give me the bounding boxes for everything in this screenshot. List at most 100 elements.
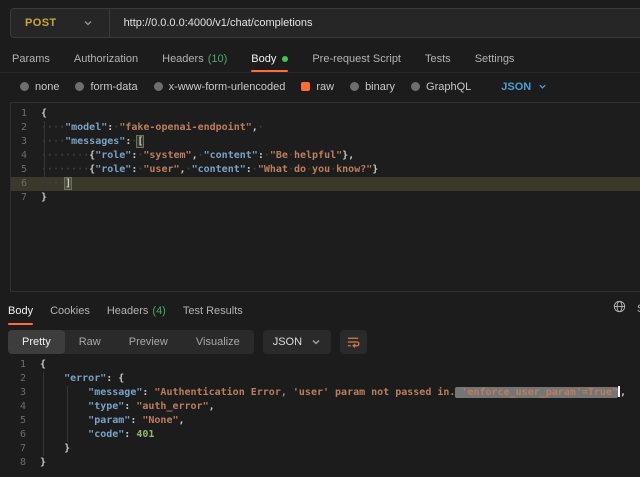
url-bar: POST http://0.0.0.0:4000/v1/chat/complet… bbox=[10, 8, 640, 38]
response-tabs: Body Cookies Headers(4) Test Results bbox=[0, 297, 640, 325]
tab-label: Pre-request Script bbox=[312, 53, 401, 65]
url-input[interactable]: http://0.0.0.0:4000/v1/chat/completions bbox=[124, 17, 313, 29]
radio-icon bbox=[154, 82, 163, 91]
network-globe-icon[interactable] bbox=[613, 300, 626, 313]
method-selector[interactable]: POST bbox=[25, 17, 57, 29]
line-number: 5 bbox=[11, 163, 27, 177]
radio-label: raw bbox=[316, 81, 334, 93]
body-type-none[interactable]: none bbox=[20, 81, 59, 93]
request-tabs: Params Authorization Headers (10) Body Pre-re… bbox=[0, 45, 640, 73]
line-number: 1 bbox=[11, 107, 27, 121]
radio-label: none bbox=[35, 81, 59, 93]
request-tab-authorization[interactable]: Authorization bbox=[74, 45, 138, 72]
code-line: 2····"model":·"fake-openai-endpoint",· bbox=[11, 121, 640, 135]
body-type-raw[interactable]: raw bbox=[301, 81, 334, 93]
line-number: 2 bbox=[11, 121, 27, 135]
radio-label: GraphQL bbox=[426, 81, 471, 93]
code-line: 7 } bbox=[10, 442, 640, 456]
radio-label: binary bbox=[365, 81, 395, 93]
line-number: 7 bbox=[10, 442, 26, 456]
request-tab-settings[interactable]: Settings bbox=[475, 45, 515, 72]
code-line: 2 "error": { bbox=[10, 372, 640, 386]
line-number: 3 bbox=[11, 135, 27, 149]
line-number: 5 bbox=[10, 414, 26, 428]
code-line: 1{ bbox=[10, 358, 640, 372]
response-tab-body[interactable]: Body bbox=[8, 297, 33, 325]
tab-count-badge: (4) bbox=[152, 305, 165, 317]
tab-label: Tests bbox=[425, 53, 451, 65]
body-type-binary[interactable]: binary bbox=[350, 81, 395, 93]
code-line: 4 "type": "auth_error", bbox=[10, 400, 640, 414]
code-line: 5 "param": "None", bbox=[10, 414, 640, 428]
wrap-lines-icon bbox=[346, 335, 361, 349]
request-tab-params[interactable]: Params bbox=[12, 45, 50, 72]
code-line: 3 "message": "Authentication Error, 'use… bbox=[10, 386, 640, 400]
response-tab-cookies[interactable]: Cookies bbox=[50, 297, 90, 325]
tab-label: Params bbox=[12, 53, 50, 65]
chevron-down-icon bbox=[538, 82, 547, 91]
response-body-editor[interactable]: 1{2 "error": {3 "message": "Authenticati… bbox=[10, 356, 640, 477]
code-line: 7} bbox=[11, 191, 640, 205]
code-line: 6····] bbox=[11, 177, 640, 191]
tab-label: Body bbox=[251, 53, 276, 65]
line-number: 6 bbox=[10, 428, 26, 442]
body-format-select[interactable]: JSON bbox=[501, 81, 547, 93]
line-number: 4 bbox=[10, 400, 26, 414]
request-tab-headers[interactable]: Headers (10) bbox=[162, 45, 227, 72]
indent-guide bbox=[43, 372, 44, 456]
indent-guide bbox=[44, 121, 45, 191]
response-tab-headers[interactable]: Headers(4) bbox=[107, 297, 166, 325]
chevron-down-icon bbox=[311, 337, 321, 347]
line-number: 2 bbox=[10, 372, 26, 386]
response-toolbar: PrettyRawPreviewVisualize JSON bbox=[8, 330, 640, 354]
radio-label: x-www-form-urlencoded bbox=[169, 81, 286, 93]
line-number: 4 bbox=[11, 149, 27, 163]
tab-count-badge: (10) bbox=[208, 53, 228, 65]
line-number: 3 bbox=[10, 386, 26, 400]
code-line: 4········{"role":·"system",·"content":·"… bbox=[11, 149, 640, 163]
tab-label: Headers bbox=[107, 305, 149, 317]
body-type-row: none form-data x-www-form-urlencoded raw bin… bbox=[0, 72, 640, 101]
radio-icon bbox=[350, 82, 359, 91]
request-body-editor[interactable]: 1{2····"model":·"fake-openai-endpoint",·… bbox=[10, 102, 640, 292]
line-number: 8 bbox=[10, 456, 26, 470]
tab-label: Headers bbox=[162, 53, 204, 65]
radio-icon bbox=[20, 82, 29, 91]
view-visualize[interactable]: Visualize bbox=[182, 330, 254, 354]
view-mode-switch: PrettyRawPreviewVisualize bbox=[8, 330, 254, 354]
wrap-lines-button[interactable] bbox=[340, 330, 367, 354]
line-number: 1 bbox=[10, 358, 26, 372]
indent-guide bbox=[67, 386, 68, 442]
line-number: 7 bbox=[11, 191, 27, 205]
line-number: 6 bbox=[11, 177, 27, 191]
response-tab-test-results[interactable]: Test Results bbox=[183, 297, 243, 325]
response-format-select[interactable]: JSON bbox=[263, 330, 331, 354]
radio-icon bbox=[75, 82, 84, 91]
view-raw[interactable]: Raw bbox=[65, 330, 115, 354]
tab-label: Authorization bbox=[74, 53, 138, 65]
response-format-label: JSON bbox=[273, 336, 302, 348]
request-tab-tests[interactable]: Tests bbox=[425, 45, 451, 72]
body-type-form-data[interactable]: form-data bbox=[75, 81, 137, 93]
radio-label: form-data bbox=[90, 81, 137, 93]
method-chevron-down-icon[interactable] bbox=[83, 18, 93, 28]
view-pretty[interactable]: Pretty bbox=[8, 330, 65, 354]
tab-label: Body bbox=[8, 305, 33, 317]
code-line: 5········{"role":·"user",·"content":·"Wh… bbox=[11, 163, 640, 177]
body-type-graphql[interactable]: GraphQL bbox=[411, 81, 471, 93]
body-type-x-www-form-urlencoded[interactable]: x-www-form-urlencoded bbox=[154, 81, 286, 93]
tab-label: Cookies bbox=[50, 305, 90, 317]
request-tab-body[interactable]: Body bbox=[251, 45, 288, 72]
code-line: 3····"messages":·[ bbox=[11, 135, 640, 149]
url-bar-divider bbox=[109, 9, 110, 37]
view-preview[interactable]: Preview bbox=[115, 330, 182, 354]
radio-icon bbox=[411, 82, 420, 91]
tab-label: Settings bbox=[475, 53, 515, 65]
code-line: 8} bbox=[10, 456, 640, 470]
body-format-label: JSON bbox=[501, 81, 531, 93]
radio-icon bbox=[301, 82, 310, 91]
code-line: 1{ bbox=[11, 107, 640, 121]
tab-label: Test Results bbox=[183, 305, 243, 317]
request-tab-pre-request-script[interactable]: Pre-request Script bbox=[312, 45, 401, 72]
green-dot-icon bbox=[282, 56, 288, 62]
